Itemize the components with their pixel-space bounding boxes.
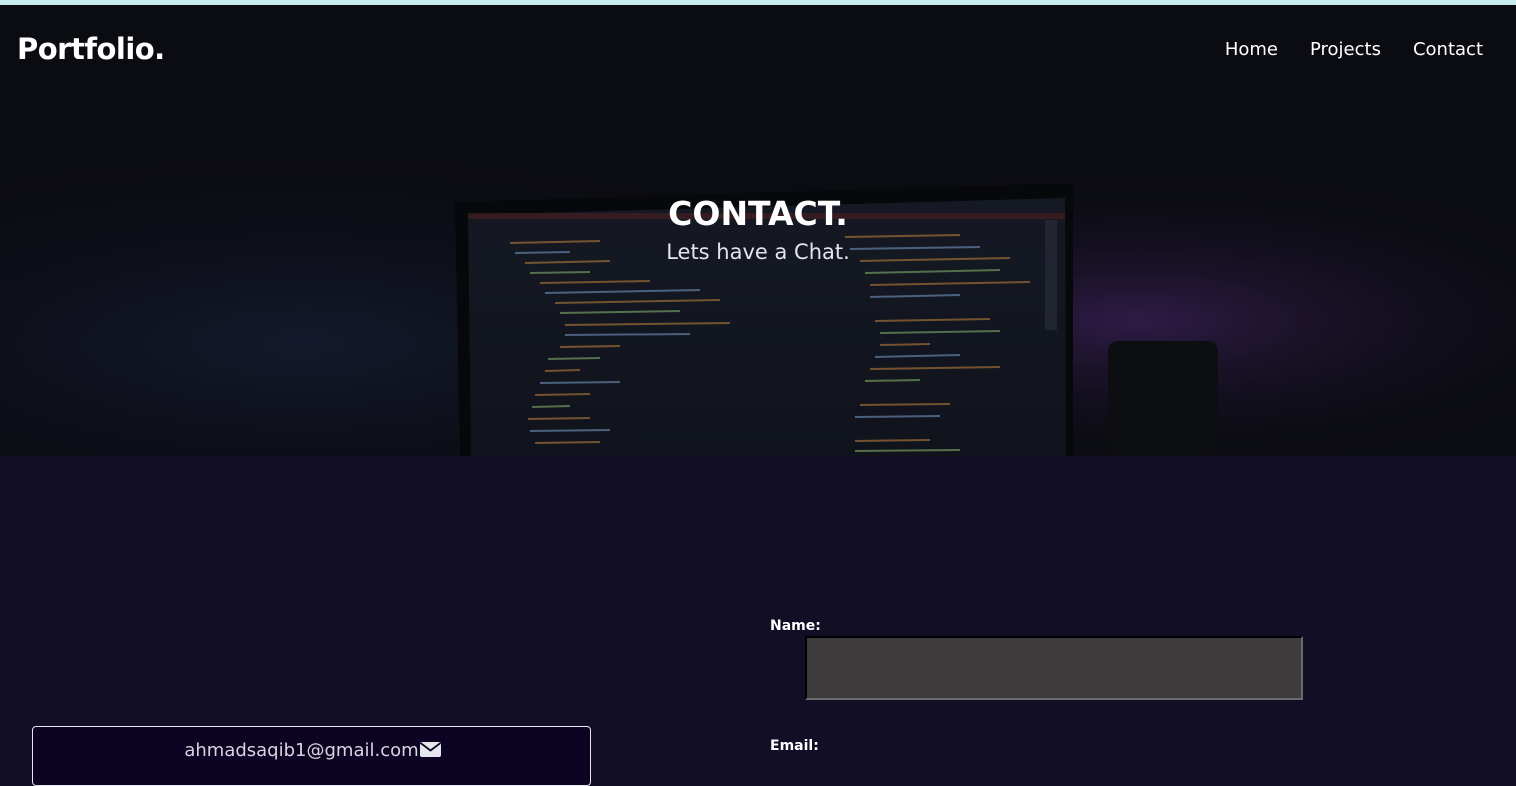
nav-links: Home Projects Contact [1225,39,1483,60]
email-address[interactable]: ahmadsaqib1@gmail.com [184,740,418,761]
page-title: CONTACT. [668,194,848,233]
name-input[interactable] [805,636,1303,700]
name-label: Name: [770,618,821,634]
envelope-icon [419,741,441,757]
email-label: Email: [770,738,819,754]
top-navbar: Portfolio. Home Projects Contact [0,5,1516,95]
email-card[interactable]: ahmadsaqib1@gmail.com [32,726,591,786]
nav-link-projects[interactable]: Projects [1310,39,1381,60]
email-line: ahmadsaqib1@gmail.com [33,740,592,761]
nav-link-home[interactable]: Home [1225,39,1278,60]
brand-logo[interactable]: Portfolio. [17,32,165,66]
page-subtitle: Lets have a Chat. [666,240,850,264]
nav-link-contact[interactable]: Contact [1413,39,1483,60]
